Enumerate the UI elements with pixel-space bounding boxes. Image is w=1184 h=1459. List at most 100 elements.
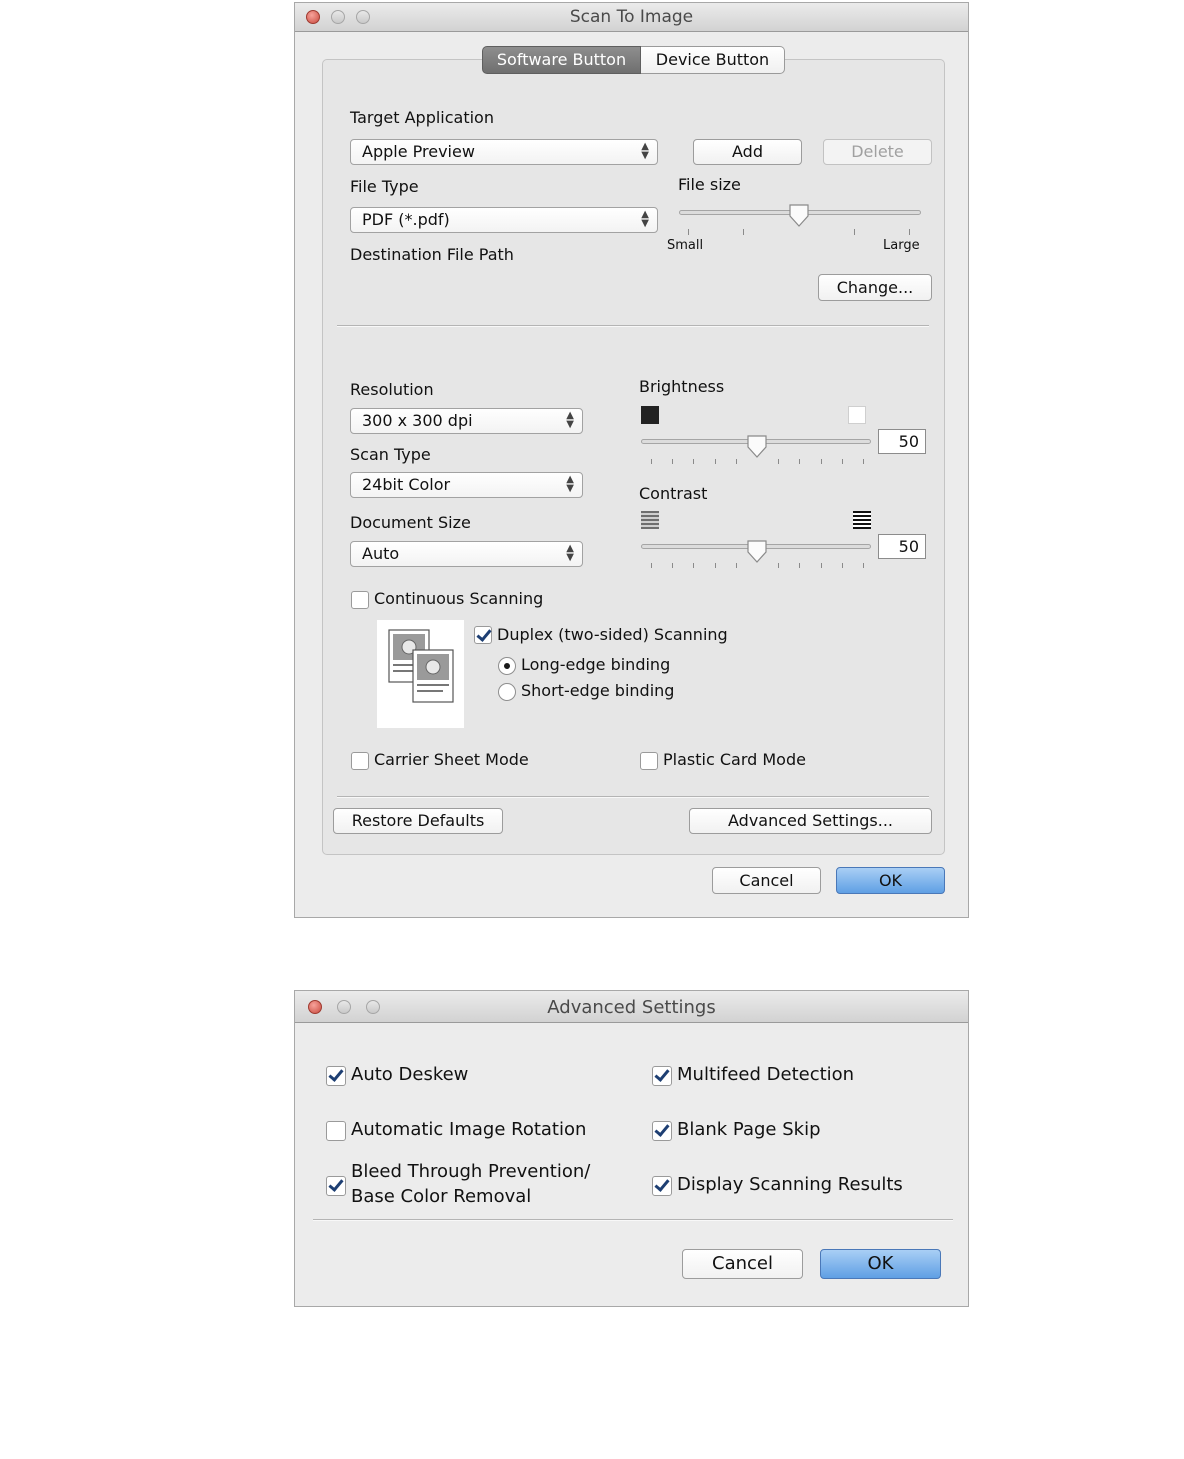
duplex-scanning-checkbox[interactable] — [474, 626, 492, 644]
slider-tick — [778, 459, 780, 464]
automatic-image-rotation-label[interactable]: Automatic Image Rotation — [351, 1119, 586, 1140]
display-scanning-results-checkbox[interactable] — [652, 1176, 672, 1196]
target-application-value: Apple Preview — [362, 142, 475, 161]
slider-tick — [841, 459, 843, 464]
target-application-label: Target Application — [350, 108, 494, 127]
slider-tick — [841, 563, 843, 568]
ok-button[interactable]: OK — [836, 867, 945, 894]
brightness-value-field[interactable]: 50 — [878, 429, 926, 454]
cancel-button[interactable]: Cancel — [682, 1249, 803, 1279]
document-size-value: Auto — [362, 544, 400, 563]
brightness-slider-thumb[interactable] — [746, 435, 768, 459]
select-arrows-icon: ▲ ▼ — [641, 141, 649, 161]
slider-tick — [735, 563, 737, 568]
slider-tick — [820, 459, 822, 464]
divider — [313, 1219, 953, 1221]
file-size-min-label: Small — [667, 238, 704, 253]
continuous-scanning-label[interactable]: Continuous Scanning — [374, 589, 543, 608]
select-arrows-icon: ▲ ▼ — [566, 474, 574, 494]
delete-button[interactable]: Delete — [823, 139, 932, 165]
multifeed-detection-checkbox[interactable] — [652, 1066, 672, 1086]
cancel-button[interactable]: Cancel — [712, 867, 821, 894]
file-size-slider-thumb[interactable] — [788, 204, 810, 228]
slider-tick — [672, 459, 674, 464]
ok-button[interactable]: OK — [820, 1249, 941, 1279]
advanced-settings-button[interactable]: Advanced Settings... — [689, 808, 932, 834]
slider-tick — [714, 563, 716, 568]
divider — [337, 325, 929, 327]
document-size-select[interactable]: Auto ▲ ▼ — [350, 541, 583, 567]
contrast-slider-thumb[interactable] — [746, 540, 768, 564]
plastic-card-mode-label[interactable]: Plastic Card Mode — [663, 750, 806, 769]
advanced-settings-window: Advanced Settings Auto Deskew Multifeed … — [294, 990, 969, 1307]
bleed-through-prevention-checkbox[interactable] — [326, 1176, 346, 1196]
file-type-label: File Type — [350, 177, 419, 196]
slider-tick — [672, 563, 674, 568]
slider-tick — [693, 563, 695, 568]
brightness-dark-icon — [641, 406, 659, 424]
duplex-pages-icon — [388, 629, 454, 703]
blank-page-skip-label[interactable]: Blank Page Skip — [677, 1119, 821, 1140]
tab-software-button[interactable]: Software Button — [482, 46, 641, 74]
slider-tick — [714, 459, 716, 464]
carrier-sheet-mode-label[interactable]: Carrier Sheet Mode — [374, 750, 529, 769]
brightness-label: Brightness — [639, 377, 725, 396]
automatic-image-rotation-checkbox[interactable] — [326, 1121, 346, 1141]
slider-tick — [693, 459, 695, 464]
resolution-select[interactable]: 300 x 300 dpi ▲ ▼ — [350, 408, 583, 434]
file-type-value: PDF (*.pdf) — [362, 210, 450, 229]
add-button[interactable]: Add — [693, 139, 802, 165]
contrast-value-field[interactable]: 50 — [878, 534, 926, 559]
title-bar: Scan To Image — [295, 3, 968, 32]
display-scanning-results-label[interactable]: Display Scanning Results — [677, 1174, 903, 1195]
contrast-high-icon — [853, 511, 871, 529]
slider-tick — [651, 563, 652, 568]
tab-device-button[interactable]: Device Button — [641, 46, 785, 74]
restore-defaults-button[interactable]: Restore Defaults — [333, 808, 503, 834]
duplex-illustration — [377, 620, 464, 728]
long-edge-binding-radio[interactable] — [498, 657, 516, 675]
slider-tick — [735, 459, 737, 464]
document-size-label: Document Size — [350, 513, 471, 532]
blank-page-skip-checkbox[interactable] — [652, 1121, 672, 1141]
slider-tick — [799, 563, 801, 568]
contrast-label: Contrast — [639, 484, 708, 503]
file-size-tick — [743, 229, 744, 235]
slider-tick — [863, 563, 864, 568]
contrast-low-icon — [641, 511, 659, 529]
short-edge-binding-label[interactable]: Short-edge binding — [521, 681, 674, 700]
window-title: Scan To Image — [569, 7, 694, 27]
file-size-label: File size — [678, 175, 741, 194]
select-arrows-icon: ▲ ▼ — [566, 543, 574, 563]
file-size-tick — [688, 229, 689, 235]
slider-tick — [778, 563, 780, 568]
plastic-card-mode-checkbox[interactable] — [640, 752, 658, 770]
select-arrows-icon: ▲ ▼ — [566, 410, 574, 430]
select-arrows-icon: ▲ ▼ — [641, 209, 649, 229]
carrier-sheet-mode-checkbox[interactable] — [351, 752, 369, 770]
resolution-label: Resolution — [350, 380, 434, 399]
file-size-tick — [854, 229, 855, 235]
slider-tick — [799, 459, 801, 464]
long-edge-binding-label[interactable]: Long-edge binding — [521, 655, 670, 674]
slider-tick — [863, 459, 864, 464]
auto-deskew-checkbox[interactable] — [326, 1066, 346, 1086]
base-color-removal-label[interactable]: Base Color Removal — [351, 1186, 531, 1207]
duplex-scanning-label[interactable]: Duplex (two-sided) Scanning — [497, 625, 728, 644]
window-title: Advanced Settings — [547, 997, 716, 1018]
target-application-select[interactable]: Apple Preview ▲ ▼ — [350, 139, 658, 165]
short-edge-binding-radio[interactable] — [498, 683, 516, 701]
file-type-select[interactable]: PDF (*.pdf) ▲ ▼ — [350, 207, 658, 233]
scan-type-select[interactable]: 24bit Color ▲ ▼ — [350, 472, 583, 498]
continuous-scanning-checkbox[interactable] — [351, 591, 369, 609]
scan-to-image-window: Scan To Image Software Button Device But… — [294, 2, 969, 918]
divider — [337, 796, 929, 798]
auto-deskew-label[interactable]: Auto Deskew — [351, 1064, 468, 1085]
brightness-light-icon — [848, 406, 866, 424]
change-button[interactable]: Change... — [818, 274, 932, 301]
scan-type-value: 24bit Color — [362, 475, 451, 494]
bleed-through-prevention-label[interactable]: Bleed Through Prevention/ — [351, 1161, 590, 1182]
file-size-tick — [909, 229, 910, 235]
multifeed-detection-label[interactable]: Multifeed Detection — [677, 1064, 854, 1085]
slider-tick — [651, 459, 652, 464]
